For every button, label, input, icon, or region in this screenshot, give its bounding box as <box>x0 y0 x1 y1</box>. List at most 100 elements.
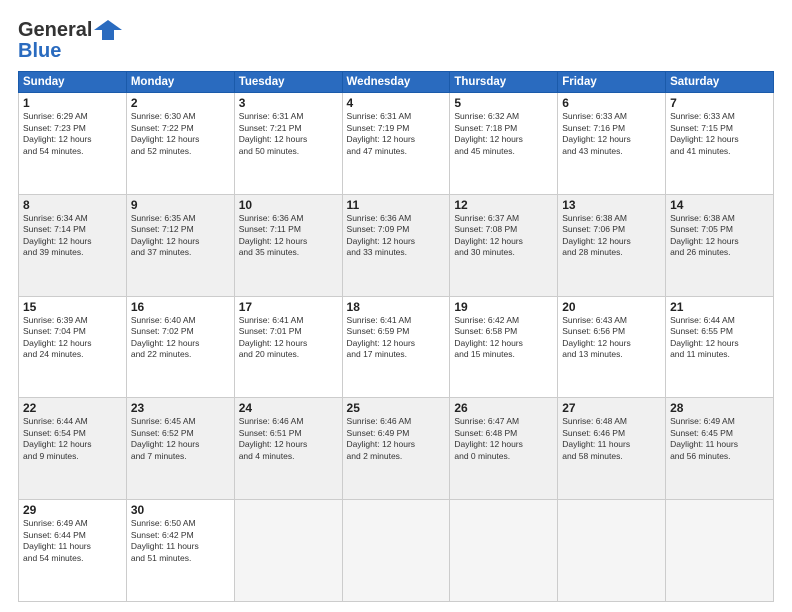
day-info: Sunrise: 6:41 AMSunset: 6:59 PMDaylight:… <box>347 315 446 361</box>
week-row-1: 1Sunrise: 6:29 AMSunset: 7:23 PMDaylight… <box>19 93 774 195</box>
day-info: Sunrise: 6:36 AMSunset: 7:09 PMDaylight:… <box>347 213 446 259</box>
logo-general: General <box>18 19 92 42</box>
day-cell: 28Sunrise: 6:49 AMSunset: 6:45 PMDayligh… <box>666 398 774 500</box>
day-number: 13 <box>562 198 661 212</box>
week-row-3: 15Sunrise: 6:39 AMSunset: 7:04 PMDayligh… <box>19 296 774 398</box>
weekday-wednesday: Wednesday <box>342 72 450 93</box>
day-info: Sunrise: 6:46 AMSunset: 6:49 PMDaylight:… <box>347 416 446 462</box>
page: General Blue SundayMondayTuesdayWedn <box>0 0 792 612</box>
weekday-sunday: Sunday <box>19 72 127 93</box>
day-cell: 15Sunrise: 6:39 AMSunset: 7:04 PMDayligh… <box>19 296 127 398</box>
day-info: Sunrise: 6:36 AMSunset: 7:11 PMDaylight:… <box>239 213 338 259</box>
day-cell: 11Sunrise: 6:36 AMSunset: 7:09 PMDayligh… <box>342 194 450 296</box>
day-cell: 21Sunrise: 6:44 AMSunset: 6:55 PMDayligh… <box>666 296 774 398</box>
day-cell: 5Sunrise: 6:32 AMSunset: 7:18 PMDaylight… <box>450 93 558 195</box>
day-cell: 10Sunrise: 6:36 AMSunset: 7:11 PMDayligh… <box>234 194 342 296</box>
day-cell: 29Sunrise: 6:49 AMSunset: 6:44 PMDayligh… <box>19 500 127 602</box>
day-cell: 18Sunrise: 6:41 AMSunset: 6:59 PMDayligh… <box>342 296 450 398</box>
day-info: Sunrise: 6:49 AMSunset: 6:44 PMDaylight:… <box>23 518 122 564</box>
day-info: Sunrise: 6:47 AMSunset: 6:48 PMDaylight:… <box>454 416 553 462</box>
day-number: 8 <box>23 198 122 212</box>
day-number: 4 <box>347 96 446 110</box>
day-cell <box>342 500 450 602</box>
day-number: 6 <box>562 96 661 110</box>
day-cell: 20Sunrise: 6:43 AMSunset: 6:56 PMDayligh… <box>558 296 666 398</box>
day-info: Sunrise: 6:34 AMSunset: 7:14 PMDaylight:… <box>23 213 122 259</box>
weekday-monday: Monday <box>126 72 234 93</box>
day-info: Sunrise: 6:38 AMSunset: 7:05 PMDaylight:… <box>670 213 769 259</box>
week-row-5: 29Sunrise: 6:49 AMSunset: 6:44 PMDayligh… <box>19 500 774 602</box>
day-cell: 24Sunrise: 6:46 AMSunset: 6:51 PMDayligh… <box>234 398 342 500</box>
day-cell: 25Sunrise: 6:46 AMSunset: 6:49 PMDayligh… <box>342 398 450 500</box>
day-number: 26 <box>454 401 553 415</box>
day-info: Sunrise: 6:41 AMSunset: 7:01 PMDaylight:… <box>239 315 338 361</box>
day-cell: 16Sunrise: 6:40 AMSunset: 7:02 PMDayligh… <box>126 296 234 398</box>
day-number: 5 <box>454 96 553 110</box>
day-number: 22 <box>23 401 122 415</box>
logo: General Blue <box>18 16 122 63</box>
day-cell: 2Sunrise: 6:30 AMSunset: 7:22 PMDaylight… <box>126 93 234 195</box>
day-number: 1 <box>23 96 122 110</box>
day-cell: 14Sunrise: 6:38 AMSunset: 7:05 PMDayligh… <box>666 194 774 296</box>
day-cell <box>666 500 774 602</box>
day-cell: 1Sunrise: 6:29 AMSunset: 7:23 PMDaylight… <box>19 93 127 195</box>
day-info: Sunrise: 6:37 AMSunset: 7:08 PMDaylight:… <box>454 213 553 259</box>
day-info: Sunrise: 6:40 AMSunset: 7:02 PMDaylight:… <box>131 315 230 361</box>
day-cell: 8Sunrise: 6:34 AMSunset: 7:14 PMDaylight… <box>19 194 127 296</box>
day-number: 11 <box>347 198 446 212</box>
day-number: 15 <box>23 300 122 314</box>
day-info: Sunrise: 6:44 AMSunset: 6:54 PMDaylight:… <box>23 416 122 462</box>
weekday-friday: Friday <box>558 72 666 93</box>
day-number: 25 <box>347 401 446 415</box>
day-number: 3 <box>239 96 338 110</box>
week-row-4: 22Sunrise: 6:44 AMSunset: 6:54 PMDayligh… <box>19 398 774 500</box>
weekday-thursday: Thursday <box>450 72 558 93</box>
day-info: Sunrise: 6:39 AMSunset: 7:04 PMDaylight:… <box>23 315 122 361</box>
calendar-table: SundayMondayTuesdayWednesdayThursdayFrid… <box>18 71 774 602</box>
day-number: 14 <box>670 198 769 212</box>
day-cell: 27Sunrise: 6:48 AMSunset: 6:46 PMDayligh… <box>558 398 666 500</box>
day-cell: 9Sunrise: 6:35 AMSunset: 7:12 PMDaylight… <box>126 194 234 296</box>
day-number: 18 <box>347 300 446 314</box>
day-cell: 23Sunrise: 6:45 AMSunset: 6:52 PMDayligh… <box>126 398 234 500</box>
day-cell: 19Sunrise: 6:42 AMSunset: 6:58 PMDayligh… <box>450 296 558 398</box>
day-number: 20 <box>562 300 661 314</box>
day-cell <box>450 500 558 602</box>
day-number: 7 <box>670 96 769 110</box>
day-info: Sunrise: 6:33 AMSunset: 7:16 PMDaylight:… <box>562 111 661 157</box>
day-number: 17 <box>239 300 338 314</box>
day-number: 2 <box>131 96 230 110</box>
day-number: 29 <box>23 503 122 517</box>
day-info: Sunrise: 6:38 AMSunset: 7:06 PMDaylight:… <box>562 213 661 259</box>
day-info: Sunrise: 6:43 AMSunset: 6:56 PMDaylight:… <box>562 315 661 361</box>
day-info: Sunrise: 6:42 AMSunset: 6:58 PMDaylight:… <box>454 315 553 361</box>
day-number: 28 <box>670 401 769 415</box>
day-info: Sunrise: 6:32 AMSunset: 7:18 PMDaylight:… <box>454 111 553 157</box>
weekday-tuesday: Tuesday <box>234 72 342 93</box>
day-number: 27 <box>562 401 661 415</box>
day-cell: 30Sunrise: 6:50 AMSunset: 6:42 PMDayligh… <box>126 500 234 602</box>
day-info: Sunrise: 6:48 AMSunset: 6:46 PMDaylight:… <box>562 416 661 462</box>
day-info: Sunrise: 6:30 AMSunset: 7:22 PMDaylight:… <box>131 111 230 157</box>
day-cell <box>234 500 342 602</box>
day-info: Sunrise: 6:44 AMSunset: 6:55 PMDaylight:… <box>670 315 769 361</box>
day-info: Sunrise: 6:46 AMSunset: 6:51 PMDaylight:… <box>239 416 338 462</box>
day-info: Sunrise: 6:31 AMSunset: 7:19 PMDaylight:… <box>347 111 446 157</box>
day-info: Sunrise: 6:50 AMSunset: 6:42 PMDaylight:… <box>131 518 230 564</box>
day-info: Sunrise: 6:29 AMSunset: 7:23 PMDaylight:… <box>23 111 122 157</box>
week-row-2: 8Sunrise: 6:34 AMSunset: 7:14 PMDaylight… <box>19 194 774 296</box>
day-cell: 22Sunrise: 6:44 AMSunset: 6:54 PMDayligh… <box>19 398 127 500</box>
day-cell <box>558 500 666 602</box>
day-cell: 6Sunrise: 6:33 AMSunset: 7:16 PMDaylight… <box>558 93 666 195</box>
day-info: Sunrise: 6:49 AMSunset: 6:45 PMDaylight:… <box>670 416 769 462</box>
day-info: Sunrise: 6:35 AMSunset: 7:12 PMDaylight:… <box>131 213 230 259</box>
header: General Blue <box>18 16 774 63</box>
day-cell: 7Sunrise: 6:33 AMSunset: 7:15 PMDaylight… <box>666 93 774 195</box>
logo-bird-icon <box>94 16 122 44</box>
day-info: Sunrise: 6:45 AMSunset: 6:52 PMDaylight:… <box>131 416 230 462</box>
day-number: 24 <box>239 401 338 415</box>
day-info: Sunrise: 6:33 AMSunset: 7:15 PMDaylight:… <box>670 111 769 157</box>
day-cell: 12Sunrise: 6:37 AMSunset: 7:08 PMDayligh… <box>450 194 558 296</box>
day-number: 23 <box>131 401 230 415</box>
weekday-saturday: Saturday <box>666 72 774 93</box>
